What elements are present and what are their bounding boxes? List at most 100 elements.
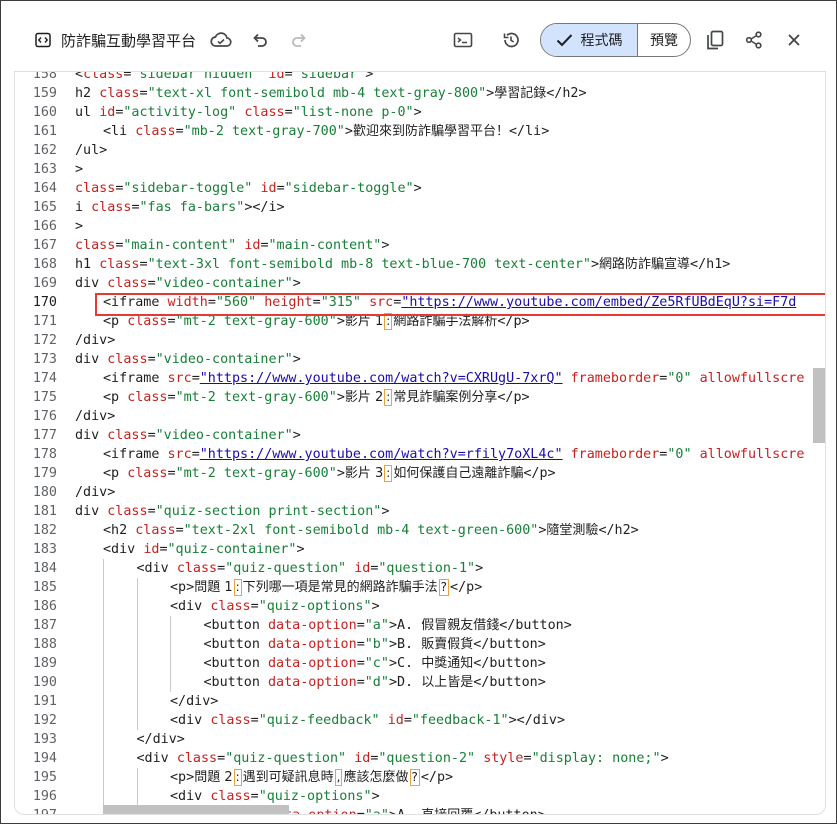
code-token: allowfullscre	[699, 371, 805, 386]
redo-button[interactable]	[285, 26, 313, 54]
code-line: 194 <div class="quiz-question" id="questi…	[15, 749, 825, 768]
code-token: "list-none p-0"	[292, 105, 414, 120]
code-text: <div class="quiz-question" id="question-…	[137, 559, 484, 578]
canvas-window: 防詐騙互動學習平台 程式碼 預覽 158 <class="sidebar hid…	[0, 0, 837, 824]
code-text: div class="video-container">	[75, 274, 301, 293]
line-number: 166	[32, 219, 57, 234]
code-line: 174 <iframe src="https://www.youtube.com/…	[15, 369, 825, 388]
code-token: "text-xl font-semibold mb-4 text-gray-80…	[147, 86, 487, 101]
code-text: <p class="mt-2 text-gray-600">影片 2: 常見詐騙案…	[103, 388, 530, 407]
code-text: </div>	[170, 692, 218, 711]
code-token: "video-container"	[155, 428, 293, 443]
code-token: 中獎通知	[421, 656, 474, 671]
share-button[interactable]	[740, 26, 768, 54]
code-token: div	[75, 428, 108, 443]
code-token: :	[384, 465, 393, 482]
code-token: class	[244, 105, 285, 120]
code-text: class="sidebar-toggle" id="sidebar-toggl…	[75, 179, 422, 198]
code-token: <div	[170, 713, 211, 728]
code-token: </p>	[497, 390, 530, 405]
code-line: 167 class="main-content" id="main-content…	[15, 236, 825, 255]
code-token: 如何保護自己遠離詐騙	[393, 466, 524, 481]
code-token: =	[167, 314, 176, 329]
code-line: 175 <p class="mt-2 text-gray-600">影片 2: 常見…	[15, 388, 825, 407]
code-text: <button data-option="b">B. 販賣假貨</button>	[204, 635, 546, 654]
code-text: ul id="activity-log" class="list-none p-…	[75, 103, 422, 122]
console-button[interactable]	[449, 26, 477, 54]
code-text: <div class="quiz-question" id="question-…	[137, 749, 669, 768]
code-token: =	[191, 371, 200, 386]
code-text: <h2 class="text-2xl font-semibold mb-4 t…	[103, 521, 639, 540]
code-token: =	[147, 276, 156, 291]
indent-guide	[170, 616, 171, 692]
line-number: 164	[32, 181, 57, 196]
code-text: /ul>	[75, 141, 107, 160]
code-token: =	[159, 542, 168, 557]
code-text: <button data-option="c">C. 中獎通知</button>	[204, 654, 546, 673]
code-token: data-option	[268, 656, 357, 671]
code-token: "d"	[364, 675, 389, 690]
code-token: class	[135, 124, 176, 139]
document-title[interactable]: 防詐騙互動學習平台	[35, 27, 196, 53]
line-number: 175	[32, 390, 57, 405]
line-number: 190	[32, 675, 57, 690]
code-token: "a"	[365, 808, 389, 814]
code-token: 假冒親友借錢	[421, 618, 500, 633]
code-text: <button data-option="a">A. 假冒親友借錢</butto…	[204, 616, 572, 635]
code-text: <iframe src="https://www.youtube.com/wat…	[103, 369, 804, 388]
code-token: class	[107, 352, 148, 367]
code-token: >A.	[389, 808, 421, 814]
code-text: h2 class="text-xl font-semibold mb-4 tex…	[75, 84, 587, 103]
code-text: <div id="quiz-container">	[103, 540, 305, 559]
version-history-button[interactable]	[497, 26, 525, 54]
close-icon	[788, 34, 800, 46]
code-token: >	[475, 561, 484, 576]
code-token: <div	[103, 542, 144, 557]
code-token: "feedback-1"	[411, 713, 509, 728]
code-token: =	[139, 257, 148, 272]
line-number: 161	[32, 124, 57, 139]
code-token: >	[381, 238, 390, 253]
code-text: <div class="quiz-options">	[170, 787, 380, 806]
code-tab[interactable]: 程式碼	[541, 24, 638, 56]
horizontal-scrollbar[interactable]	[103, 805, 289, 814]
code-text: >	[75, 217, 83, 236]
vertical-scrollbar[interactable]	[813, 368, 825, 443]
code-token: ul	[75, 105, 100, 120]
code-token: >	[371, 599, 380, 614]
line-number: 184	[32, 561, 57, 576]
code-token: :	[384, 313, 393, 330]
code-line: 173 div class="video-container">	[15, 350, 825, 369]
code-token: 問題 1	[194, 580, 233, 595]
code-line: 166 >	[15, 217, 825, 236]
code-token: <p>	[170, 580, 195, 595]
code-token: "quiz-section print-section"	[155, 504, 382, 519]
code-token: ?	[409, 769, 420, 786]
code-token: >	[344, 124, 353, 139]
code-token: class	[107, 428, 148, 443]
code-token: "quiz-container"	[167, 542, 297, 557]
copy-button[interactable]	[701, 26, 729, 54]
code-token: :	[384, 389, 393, 406]
code-editor[interactable]: 158 <class="sidebar hidden" id="sidebar">…	[14, 71, 826, 815]
code-token: </p>	[523, 466, 556, 481]
cloud-save-button[interactable]	[207, 26, 235, 54]
preview-tab[interactable]: 預覽	[638, 24, 690, 56]
code-token: height	[264, 295, 313, 310]
code-line: 169 div class="video-container">	[15, 274, 825, 293]
undo-button[interactable]	[246, 26, 274, 54]
code-token: 下列哪一項是常見的網路詐騙手法	[242, 580, 438, 595]
code-token: =	[356, 618, 365, 633]
code-token: </li>	[508, 124, 550, 139]
code-text: <button data-option="d">D. 以上皆是</button>	[204, 673, 546, 692]
code-token: </p>	[497, 314, 530, 329]
code-token: =	[523, 751, 532, 766]
code-token: >	[292, 428, 301, 443]
code-token: "560"	[215, 295, 257, 310]
code-token: 問題 2	[194, 770, 233, 785]
code-token: data-option	[268, 675, 357, 690]
code-token: "mt-2 text-gray-600"	[175, 390, 337, 405]
close-button[interactable]	[780, 26, 808, 54]
